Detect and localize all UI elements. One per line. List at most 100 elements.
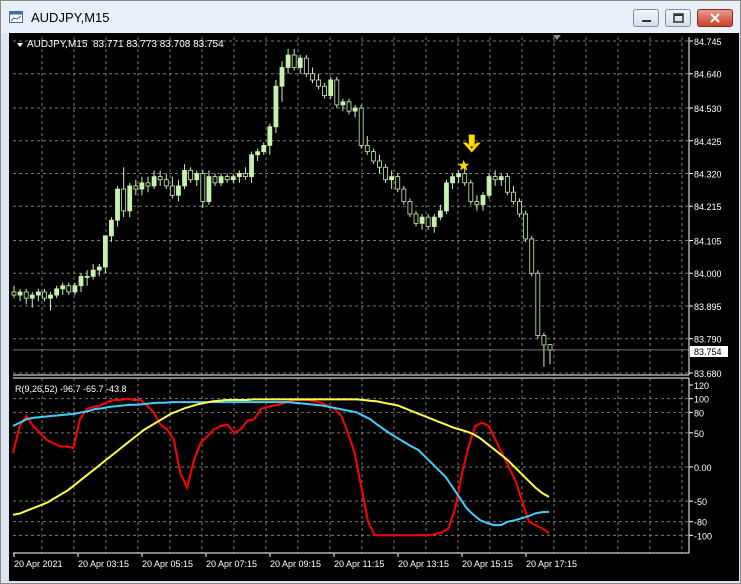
candle [224, 173, 230, 183]
candle [133, 179, 139, 196]
candle [139, 176, 145, 196]
candle [297, 55, 303, 74]
candle [419, 214, 425, 230]
current-price-label: 83.754 [694, 347, 722, 357]
indicator-tick-label: 80 [694, 408, 704, 418]
candle [364, 136, 370, 155]
time-tick-label: 20 Apr 15:15 [462, 559, 513, 569]
candle [255, 148, 261, 162]
candle [498, 173, 504, 186]
candle [523, 210, 529, 243]
candle [322, 83, 328, 99]
candle [425, 214, 431, 230]
candle [48, 291, 53, 311]
maximize-button[interactable] [665, 9, 691, 27]
candle [42, 288, 47, 302]
candle [517, 198, 522, 218]
price-tick-label: 84.320 [694, 169, 722, 179]
candle [176, 179, 181, 202]
candle [23, 288, 29, 305]
price-tick-label: 84.745 [694, 37, 722, 47]
candle [285, 48, 291, 74]
candle [200, 170, 206, 208]
price-tick-label: 84.215 [694, 202, 722, 212]
indicator-tick-label: 0.00 [694, 463, 712, 473]
indicator-series-line [12, 398, 550, 516]
time-tick-label: 20 Apr 17:15 [526, 559, 577, 569]
time-tick-label: 20 Apr 07:15 [206, 559, 257, 569]
candle [395, 173, 401, 193]
minimize-icon [642, 20, 651, 22]
candle [535, 270, 541, 339]
price-tick-label: 84.640 [694, 70, 722, 80]
candle [291, 48, 297, 71]
candle [102, 235, 108, 274]
candle [450, 173, 455, 190]
time-tick-label: 20 Apr 11:15 [334, 559, 384, 569]
chart-window-icon [9, 11, 23, 23]
indicator-tick-label: 120 [694, 381, 709, 391]
ohlc-readout: 83.771 83.773 83.708 83.754 [93, 39, 224, 50]
restore-icon [673, 13, 684, 23]
candle [243, 167, 248, 180]
candle [511, 185, 516, 205]
candle [273, 79, 279, 133]
candle [127, 182, 133, 218]
indicator-tick-label: -100 [694, 531, 712, 541]
close-button[interactable] [697, 9, 733, 27]
time-tick-label: 20 Apr 2021 [14, 559, 63, 569]
title-bar[interactable]: AUDJPY,M15 [1, 1, 740, 33]
candle [236, 170, 242, 183]
candle [480, 192, 486, 211]
candle [358, 104, 364, 149]
minimize-button[interactable] [633, 9, 659, 27]
candle [468, 179, 474, 205]
candle [11, 285, 17, 299]
indicator-axis-labels: 120 100 80 50 0.00 -50 -80 -100 [689, 381, 712, 541]
price-tick-label: 84.105 [694, 237, 722, 247]
indicator-tick-label: 50 [694, 429, 704, 439]
chart-window: AUDJPY,M15 AUDJPY,M15 83.771 83.773 83.7… [0, 0, 741, 584]
candle [547, 344, 553, 365]
candle [303, 55, 309, 77]
candle [163, 173, 169, 190]
dropdown-triangle-icon[interactable] [17, 43, 23, 47]
candle [230, 173, 236, 183]
candle [109, 217, 114, 243]
candle [145, 176, 151, 193]
candle [486, 173, 492, 199]
candle [115, 185, 120, 227]
indicator-tick-label: 100 [694, 395, 709, 405]
candle [279, 61, 285, 102]
candle [529, 235, 535, 277]
candle [121, 167, 127, 218]
candle [35, 288, 41, 302]
candle [194, 170, 200, 186]
indicator-tick-label: -50 [694, 497, 707, 507]
candle [17, 288, 23, 302]
candle [437, 204, 443, 221]
candle [316, 73, 321, 90]
candle [90, 263, 96, 280]
candle [60, 282, 66, 296]
chart-area[interactable]: AUDJPY,M15 83.771 83.773 83.708 83.754 8… [9, 33, 739, 581]
time-axis-labels: 20 Apr 2021 20 Apr 03:15 20 Apr 05:15 20 Ap… [13, 553, 577, 569]
time-tick-label: 20 Apr 05:15 [142, 559, 193, 569]
chart-grid [13, 37, 689, 553]
candle [346, 98, 352, 115]
price-tick-label: 83.895 [694, 302, 722, 312]
candle [54, 285, 60, 299]
symbol-label: AUDJPY,M15 [27, 39, 88, 50]
indicator-tick-label: -80 [694, 518, 707, 528]
candle [462, 167, 468, 186]
candle [157, 170, 163, 186]
close-icon [710, 13, 720, 23]
candle [456, 170, 462, 183]
candle [383, 164, 388, 183]
indicator-label: R(9,26,52) -96.7 -65.7 -43.8 [15, 384, 127, 394]
price-tick-label: 84.530 [694, 104, 722, 114]
price-tick-label: 84.000 [694, 269, 722, 279]
time-tick-label: 20 Apr 09:15 [270, 559, 321, 569]
time-tick-label: 20 Apr 03:15 [78, 559, 129, 569]
price-chart-svg[interactable]: AUDJPY,M15 83.771 83.773 83.708 83.754 8… [9, 33, 739, 581]
